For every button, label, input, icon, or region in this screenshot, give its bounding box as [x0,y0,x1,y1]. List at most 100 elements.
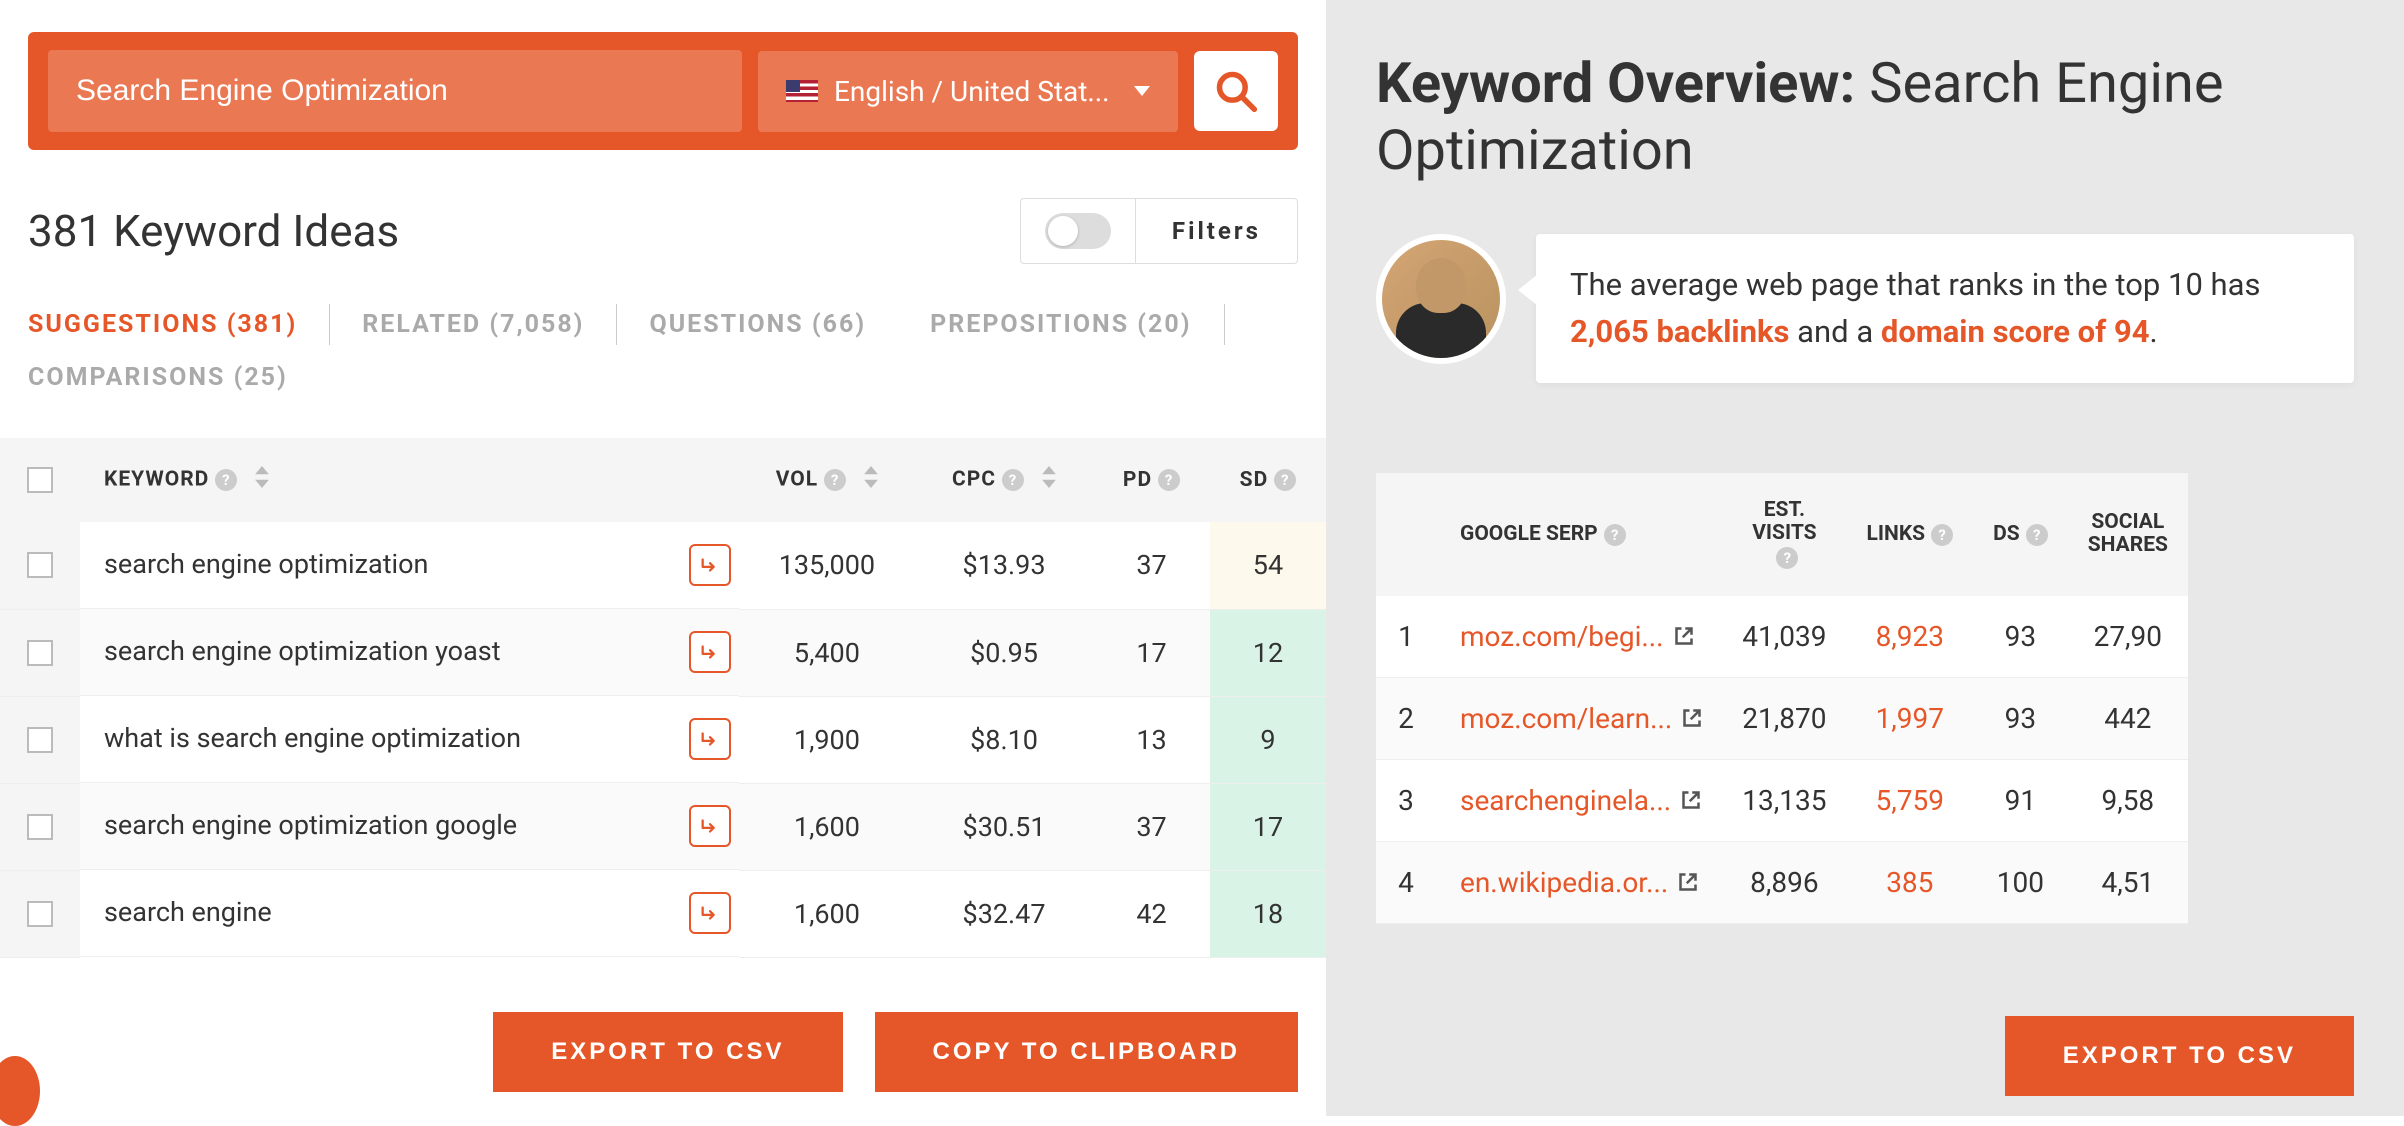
ds-header[interactable]: DS? [1973,473,2068,595]
row-checkbox[interactable] [27,727,53,753]
export-csv-button-right[interactable]: EXPORT TO CSV [2005,1016,2354,1096]
serp-header[interactable]: GOOGLE SERP? [1436,473,1722,595]
social-cell: 4,51 [2068,841,2188,923]
vol-cell: 135,000 [739,522,915,609]
search-button[interactable] [1194,51,1278,131]
row-checkbox[interactable] [27,901,53,927]
links-cell[interactable]: 5,759 [1847,759,1974,841]
author-avatar [1376,234,1506,364]
help-icon[interactable]: ? [1604,524,1626,546]
select-all-checkbox[interactable] [27,467,53,493]
search-icon [1214,69,1258,113]
language-selector[interactable]: English / United Stat... [758,51,1178,132]
url-cell[interactable]: moz.com/begi... [1436,596,1722,678]
sort-icon[interactable] [255,466,269,494]
drill-down-button[interactable] [689,892,731,934]
sort-icon[interactable] [1042,466,1056,494]
visits-header[interactable]: EST.VISITS? [1722,473,1846,595]
sd-header[interactable]: SD? [1210,438,1326,522]
external-link-icon [1678,872,1698,892]
cpc-header-label: CPC [952,468,996,492]
tab-1[interactable]: RELATED (7,058) [362,304,617,345]
tab-4[interactable]: COMPARISONS (25) [28,357,320,398]
url-cell[interactable]: moz.com/learn... [1436,677,1722,759]
visits-cell: 8,896 [1722,841,1846,923]
links-cell[interactable]: 8,923 [1847,596,1974,678]
url-cell[interactable]: en.wikipedia.or... [1436,841,1722,923]
tab-3[interactable]: PREPOSITIONS (20) [930,304,1224,345]
table-row: search engine optimization google 1,600 … [0,783,1326,870]
external-link-icon [1674,626,1694,646]
social-header[interactable]: SOCIALSHARES [2068,473,2188,595]
links-cell[interactable]: 385 [1847,841,1974,923]
row-checkbox[interactable] [27,552,53,578]
keyword-header-label: KEYWORD [104,468,209,492]
table-row: search engine 1,600 $32.47 42 18 [0,870,1326,957]
keyword-cell: search engine optimization [80,522,739,609]
help-icon[interactable]: ? [1158,469,1180,491]
row-checkbox[interactable] [27,814,53,840]
table-row: 2 moz.com/learn... 21,870 1,997 93 442 [1376,677,2188,759]
help-icon[interactable]: ? [1274,469,1296,491]
help-icon[interactable]: ? [1931,524,1953,546]
sd-cell: 18 [1210,870,1326,957]
pd-header[interactable]: PD? [1093,438,1210,522]
row-checkbox[interactable] [27,640,53,666]
external-link-icon [1681,790,1701,810]
social-header-l1: SOCIAL [2091,510,2164,534]
help-icon[interactable]: ? [824,469,846,491]
left-panel: English / United Stat... 381 Keyword Ide… [0,0,1326,1116]
toggle-cell [1021,199,1136,263]
visits-cell: 41,039 [1722,596,1846,678]
links-header-label: LINKS [1867,522,1926,546]
url-cell[interactable]: searchenginela... [1436,759,1722,841]
sd-cell: 9 [1210,696,1326,783]
visits-header-l1: EST. [1764,498,1805,522]
help-icon[interactable]: ? [1002,469,1024,491]
help-icon[interactable]: ? [1776,547,1798,569]
toggle-knob [1048,216,1078,246]
help-icon[interactable]: ? [2026,524,2048,546]
cpc-cell: $13.93 [915,522,1093,609]
left-actions: EXPORT TO CSV COPY TO CLIPBOARD [0,988,1326,1116]
links-header[interactable]: LINKS? [1847,473,1974,595]
copy-clipboard-button[interactable]: COPY TO CLIPBOARD [875,1012,1298,1092]
tab-2[interactable]: QUESTIONS (66) [649,304,898,345]
links-cell[interactable]: 1,997 [1847,677,1974,759]
export-csv-button[interactable]: EXPORT TO CSV [493,1012,842,1092]
drill-down-button[interactable] [689,544,731,586]
serp-table: GOOGLE SERP? EST.VISITS? LINKS? DS? SOCI… [1376,473,2188,923]
ideas-title: 381 Keyword Ideas [28,205,399,257]
ds-header-label: DS [1993,522,2020,546]
filters-button[interactable]: Filters [1136,203,1297,259]
filter-toggle[interactable] [1045,213,1111,249]
vol-cell: 5,400 [739,609,915,696]
vol-header[interactable]: VOL? [739,438,915,522]
pd-cell: 37 [1093,522,1210,609]
filters-box: Filters [1020,198,1298,264]
vol-cell: 1,900 [739,696,915,783]
rank-cell: 4 [1376,841,1436,923]
table-row: 1 moz.com/begi... 41,039 8,923 93 27,90 [1376,596,2188,678]
rank-cell: 3 [1376,759,1436,841]
sort-icon[interactable] [864,466,878,494]
checkbox-cell [0,783,80,870]
help-icon[interactable]: ? [215,469,237,491]
keyword-search-input[interactable] [48,50,742,132]
keyword-header[interactable]: KEYWORD? [80,438,739,522]
url-text: moz.com/learn... [1460,702,1672,735]
ds-cell: 93 [1973,596,2068,678]
checkbox-cell [0,870,80,957]
search-bar: English / United Stat... [28,32,1298,150]
cpc-header[interactable]: CPC? [915,438,1093,522]
drill-down-button[interactable] [689,718,731,760]
keyword-tabs: SUGGESTIONS (381) RELATED (7,058) QUESTION… [28,304,1298,410]
drill-down-button[interactable] [689,805,731,847]
pd-header-label: PD [1123,468,1152,492]
drill-down-button[interactable] [689,631,731,673]
serp-header-label: GOOGLE SERP [1460,522,1598,546]
cpc-cell: $30.51 [915,783,1093,870]
rank-cell: 2 [1376,677,1436,759]
tab-0[interactable]: SUGGESTIONS (381) [28,304,330,345]
checkbox-cell [0,609,80,696]
